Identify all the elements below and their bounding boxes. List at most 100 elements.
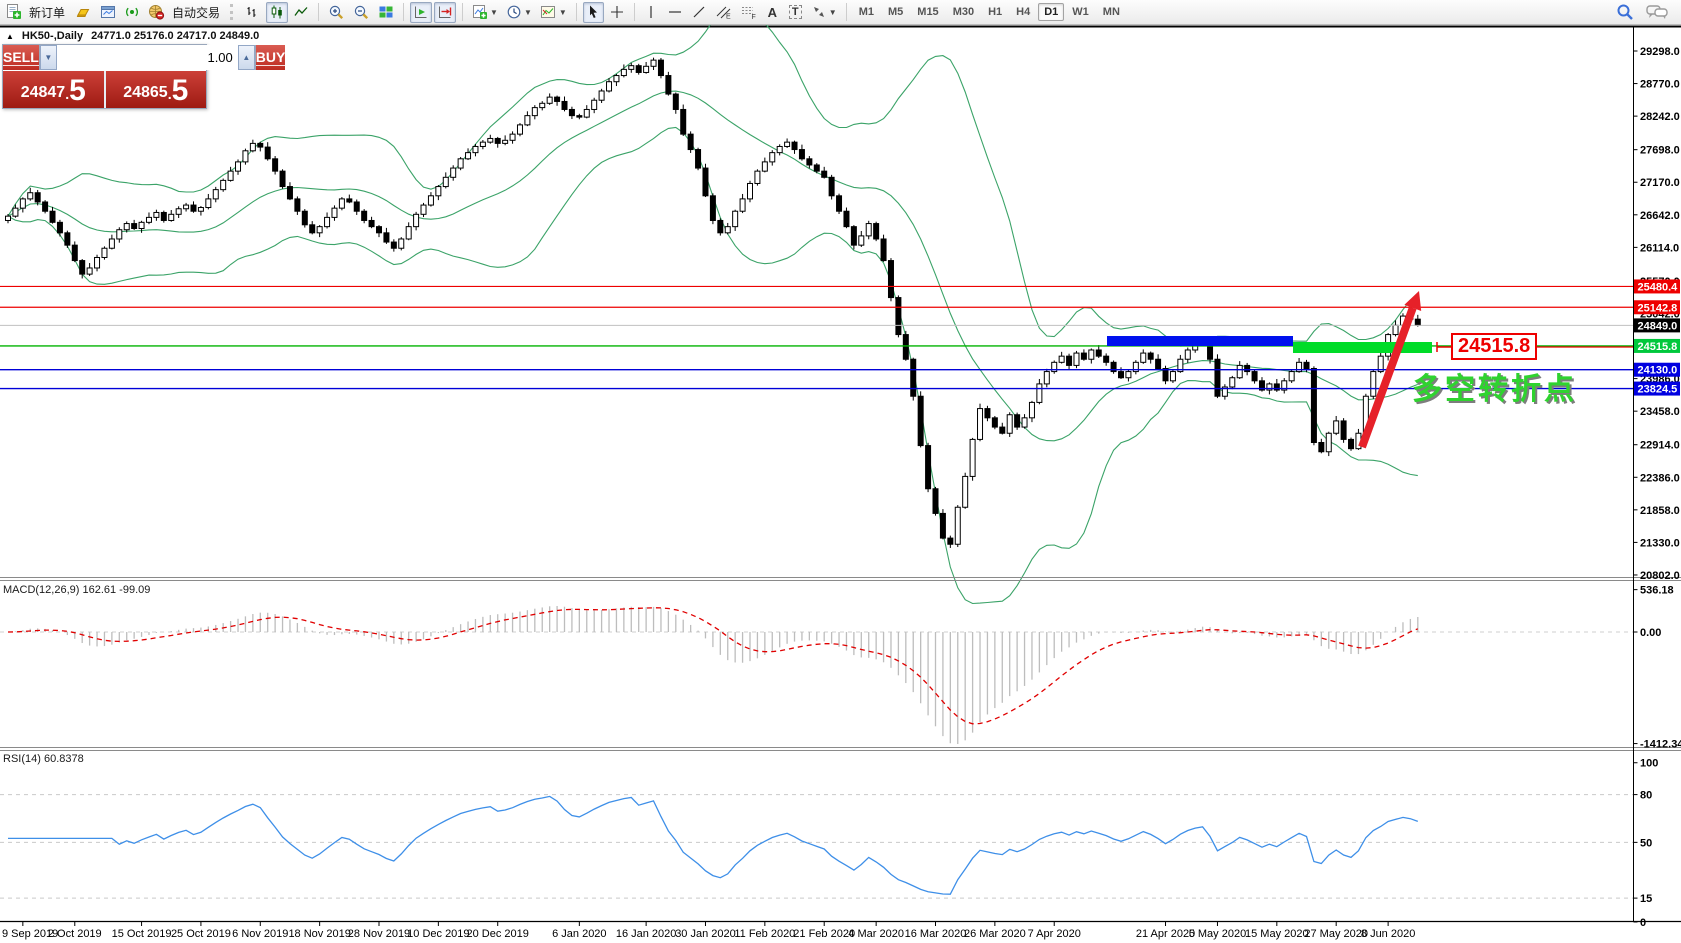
one-click-trade-panel: SELL ▼ ▲ BUY 24847 . 5 24865 . 5 [2,44,286,109]
text-label-button[interactable]: T [785,2,806,23]
new-order-label[interactable]: 新订单 [29,4,65,21]
indicators-button[interactable]: ▼ [469,2,501,23]
text-label-icon: T [788,5,802,19]
axis-tick-label: 21858.0 [1640,505,1680,517]
axis-tick-label: 50 [1640,837,1652,849]
axis-tick-label: 20802.0 [1640,570,1680,582]
gold-bar-icon [76,9,90,17]
cursor-icon [590,5,598,18]
sell-price[interactable]: 24847 . 5 [3,71,106,108]
date-tick-label: 2 Oct 2019 [48,928,102,940]
buy-price-main: 24865 [123,84,168,101]
chevron-down-icon: ▼ [490,7,498,17]
signal-button[interactable] [121,2,143,23]
ohlc-values: 24771.0 25176.0 24717.0 24849.0 [91,30,260,42]
annotation-text[interactable]: 多空转折点 [1412,364,1577,408]
tf-w1[interactable]: W1 [1066,3,1095,21]
date-tick-label: 15 May 2020 [1245,928,1309,940]
axis-tick-label: 27170.0 [1640,177,1680,189]
volume-input[interactable] [56,45,238,70]
tf-mn[interactable]: MN [1097,3,1126,21]
chevron-down-icon: ▼ [523,7,532,17]
fibonacci-icon: F [741,7,756,20]
candlestick-button[interactable] [266,1,289,23]
auto-scroll-icon [415,6,427,18]
price-level-tag[interactable]: 24515.8 [1451,333,1538,360]
axis-tick-label: 536.18 [1640,585,1674,597]
trendline-button[interactable] [688,2,710,23]
market-watch-button[interactable] [71,2,95,23]
date-tick-label: 10 Dec 2019 [407,928,469,940]
new-order-button[interactable] [3,2,25,23]
axis-tick-label: 22914.0 [1640,440,1680,452]
axis-tick-label: 0 [1640,917,1646,929]
axis-tick-label: 28770.0 [1640,79,1680,91]
volume-control: ▼ ▲ [38,45,256,70]
tf-m15[interactable]: M15 [911,3,944,21]
clock-icon [507,5,521,19]
axis-tick-label: 21330.0 [1640,537,1680,549]
axis-tick-label: 23458.0 [1640,406,1680,418]
periods-button[interactable]: ▼ [503,2,535,23]
crosshair-button[interactable] [606,2,628,23]
arrows-button[interactable]: ▼ [808,2,840,23]
date-tick-label: 18 Nov 2019 [288,928,350,940]
data-window-button[interactable] [97,2,119,23]
date-tick-label: 21 Apr 2020 [1136,928,1195,940]
templates-button[interactable]: ▼ [537,2,570,23]
volume-increase-button[interactable]: ▲ [237,45,255,70]
toolbar-separator [845,3,847,21]
chart-canvas[interactable]: 29298.0 28770.0 28242.0 27698.0 27170.0 26642… [0,0,1681,943]
volume-decrease-button[interactable]: ▼ [39,45,57,70]
auto-trade-label[interactable]: 自动交易 [172,4,220,21]
tile-windows-button[interactable] [375,2,397,23]
axis-tick-label: 100 [1640,758,1658,770]
date-tick-label: 28 Nov 2019 [348,928,410,940]
buy-price-frac: 5 [171,74,189,107]
channel-button[interactable]: E [712,2,735,23]
chat-icon[interactable] [1646,4,1668,21]
blue-zone-rect[interactable] [1107,336,1293,346]
zoom-in-button[interactable] [325,2,348,23]
price-badge-label: 24515.8 [1638,341,1678,353]
tf-m1[interactable]: M1 [853,3,880,21]
fibonacci-button[interactable]: F [737,2,760,23]
axis-tick-label: 29298.0 [1640,46,1680,58]
date-tick-label: 20 Dec 2019 [467,928,529,940]
axis-tick-label: 0.00 [1640,627,1661,639]
green-zone-rect[interactable] [1293,342,1432,353]
toolbar-separator [633,3,635,21]
text-button[interactable]: A [762,2,783,23]
price-badge-label: 24849.0 [1638,320,1678,332]
toolbar: 新订单 自动交易 ▼ ▼ ▼ E F A T ▼ M1 M5 M15 M30 H… [0,0,1681,25]
date-tick-label: 16 Jan 2020 [616,928,677,940]
zoom-out-button[interactable] [350,2,373,23]
buy-button[interactable]: BUY [255,45,286,70]
vertical-line-button[interactable] [641,2,662,23]
autotrade-icon [149,5,165,20]
axis-tick-label: 22386.0 [1640,472,1680,484]
axis-tick-label: 28242.0 [1640,111,1680,123]
horizontal-line-button[interactable] [664,2,686,23]
tf-d1[interactable]: D1 [1038,3,1065,21]
tf-h4[interactable]: H4 [1010,3,1036,21]
auto-scroll-button[interactable] [410,1,433,23]
bar-chart-button[interactable] [242,2,264,23]
chart-shift-button[interactable] [434,1,457,23]
auto-trade-button[interactable] [145,2,168,23]
buy-price[interactable]: 24865 . 5 [105,71,206,108]
search-icon[interactable] [1616,3,1634,21]
crosshair-icon [610,6,623,18]
price-badge-label: 25142.8 [1638,302,1678,314]
sell-button[interactable]: SELL [3,45,39,70]
channel-letter: E [726,14,731,21]
date-tick-label: 25 Oct 2019 [171,928,231,940]
toolbar-separator [403,3,405,21]
cursor-button[interactable] [582,1,604,23]
line-chart-button[interactable] [290,2,312,23]
tf-m5[interactable]: M5 [882,3,909,21]
tf-h1[interactable]: H1 [982,3,1008,21]
collapse-triangle-icon[interactable]: ▲ [6,32,14,41]
date-tick-label: 4 Mar 2020 [848,928,904,940]
tf-m30[interactable]: M30 [947,3,980,21]
